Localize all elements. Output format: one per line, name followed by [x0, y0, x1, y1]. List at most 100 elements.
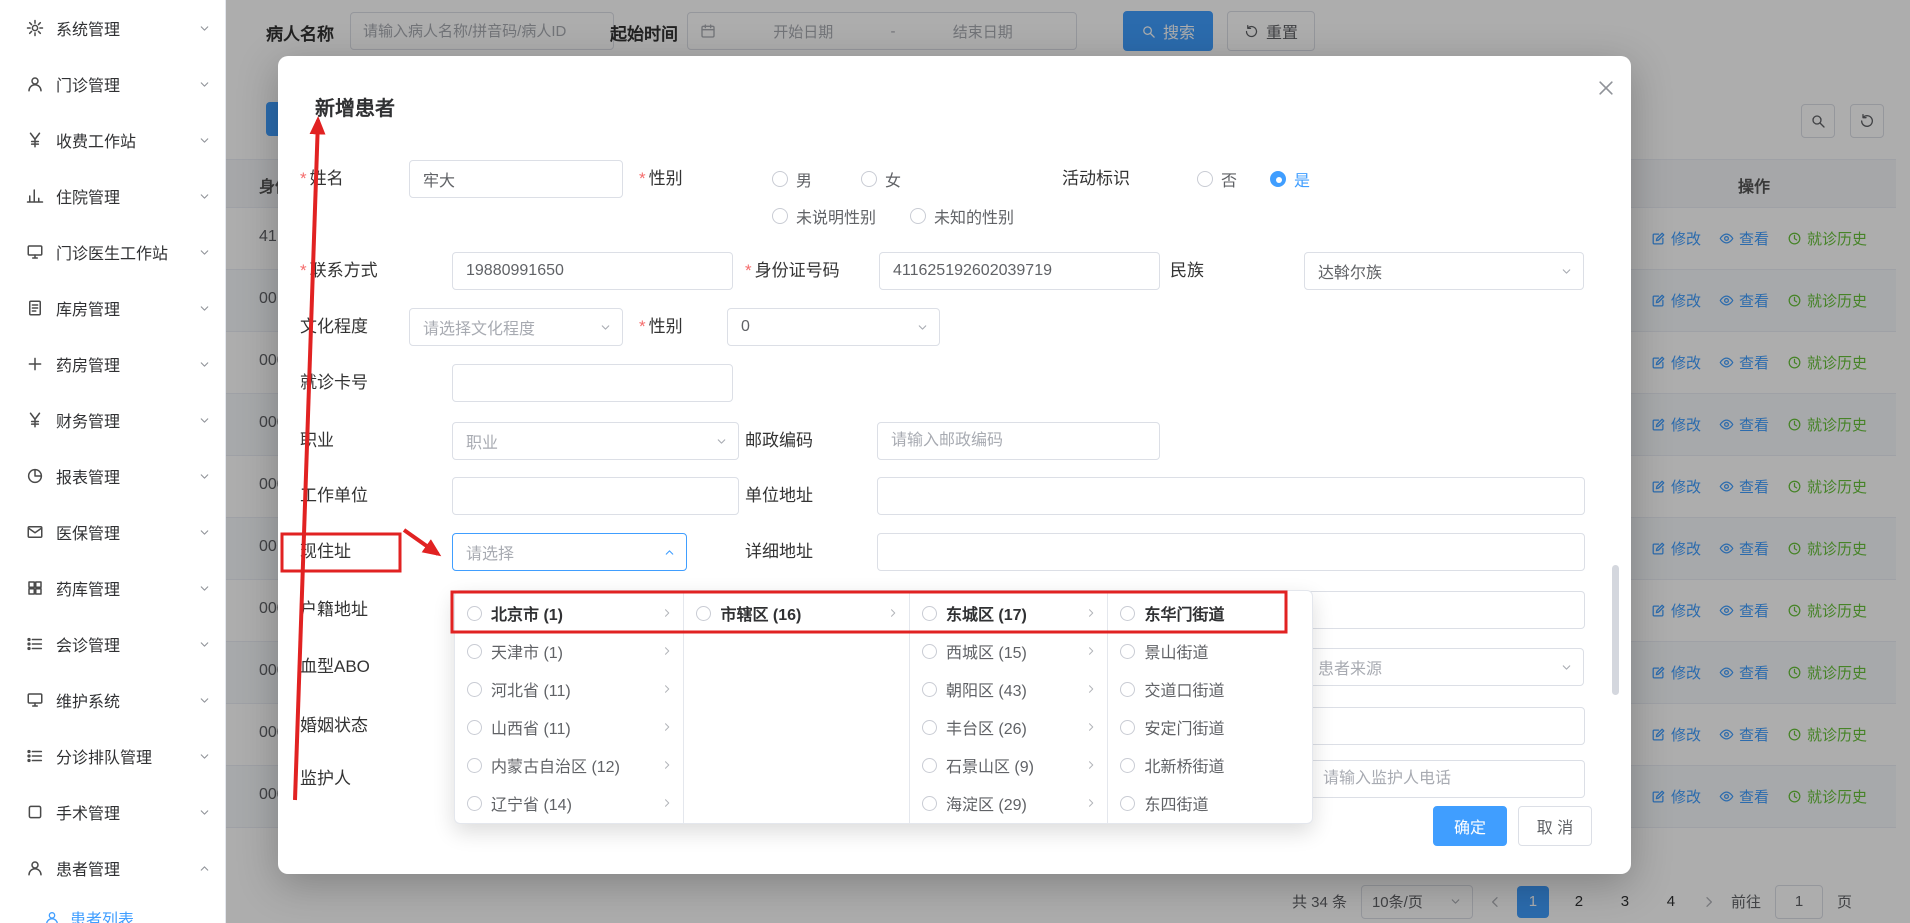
- cascader-option-hebei[interactable]: 河北省 (11): [455, 670, 683, 708]
- unit-address-input[interactable]: [877, 477, 1585, 515]
- radio-male[interactable]: 男: [772, 167, 812, 191]
- square-icon: [26, 803, 44, 821]
- chevron-right-icon: [1085, 607, 1097, 619]
- grid-icon: [26, 579, 44, 597]
- radio-gender-unstated[interactable]: 未说明性别: [772, 204, 876, 228]
- medical-cross-icon: [26, 355, 44, 373]
- cascader-option-dongcheng[interactable]: 东城区 (17): [910, 594, 1108, 632]
- chevron-right-icon: [1085, 797, 1097, 809]
- app-root: 系统管理 门诊管理 收费工作站 住院管理 门诊医生工作站 库房管理: [0, 0, 1910, 923]
- sidebar-item-charging-station[interactable]: 收费工作站: [0, 112, 225, 168]
- cascader-option-beijing[interactable]: 北京市 (1): [455, 594, 683, 632]
- sidebar-item-drug-storage[interactable]: 药库管理: [0, 560, 225, 616]
- cascader-option-neimenggu[interactable]: 内蒙古自治区 (12): [455, 746, 683, 784]
- add-patient-modal: 新增患者 *姓名 *性别 男 女 活动标识 否 是 未说明性别 未知的性别 *联…: [278, 56, 1631, 874]
- marital-status-label: 婚姻状态: [300, 714, 368, 738]
- cascader-option-liaoning[interactable]: 辽宁省 (14): [455, 784, 683, 822]
- user-icon: [26, 75, 44, 93]
- sidebar-item-pharmacy[interactable]: 药房管理: [0, 336, 225, 392]
- education-select[interactable]: 请选择文化程度: [409, 308, 623, 346]
- name-input[interactable]: [409, 160, 623, 198]
- visit-card-input[interactable]: [452, 364, 733, 402]
- current-address-select[interactable]: 请选择: [452, 533, 687, 571]
- radio-gender-unknown[interactable]: 未知的性别: [910, 204, 1014, 228]
- cascader-street-column: 东华门街道 景山街道 交道口街道 安定门街道 北新桥街道 东四街道: [1108, 591, 1312, 823]
- sidebar-item-warehouse[interactable]: 库房管理: [0, 280, 225, 336]
- chevron-down-icon: [715, 435, 728, 448]
- cascader-option-andingmen[interactable]: 安定门街道: [1108, 708, 1312, 746]
- yen-icon: [26, 131, 44, 149]
- sidebar-item-finance[interactable]: 财务管理: [0, 392, 225, 448]
- postal-code-input[interactable]: [877, 422, 1160, 460]
- sidebar-item-outpatient[interactable]: 门诊管理: [0, 56, 225, 112]
- cascader-option-shijingshan[interactable]: 石景山区 (9): [910, 746, 1108, 784]
- bar-chart-icon: [26, 187, 44, 205]
- radio-female[interactable]: 女: [861, 167, 901, 191]
- chevron-down-icon: [198, 694, 211, 707]
- cascader-option-dongsi[interactable]: 东四街道: [1108, 784, 1312, 822]
- sidebar-item-inpatient[interactable]: 住院管理: [0, 168, 225, 224]
- chevron-right-icon: [1085, 645, 1097, 657]
- chevron-down-icon: [1560, 265, 1573, 278]
- sidebar-item-insurance[interactable]: 医保管理: [0, 504, 225, 560]
- patient-source-select[interactable]: 患者来源: [1304, 648, 1584, 686]
- id-number-input[interactable]: [879, 252, 1160, 290]
- contact-input[interactable]: [452, 252, 733, 290]
- cascader-option-chaoyang[interactable]: 朝阳区 (43): [910, 670, 1108, 708]
- cascader-option-shanxi[interactable]: 山西省 (11): [455, 708, 683, 746]
- cascader-option-beixinqiao[interactable]: 北新桥街道: [1108, 746, 1312, 784]
- cascader-district-column: 东城区 (17) 西城区 (15) 朝阳区 (43) 丰台区 (26) 石景山区…: [910, 591, 1109, 823]
- postal-code-label: 邮政编码: [745, 429, 813, 453]
- yen-icon: [26, 411, 44, 429]
- list-icon: [26, 635, 44, 653]
- sidebar-item-patient-list[interactable]: 患者列表: [0, 896, 225, 923]
- chevron-down-icon: [198, 806, 211, 819]
- sidebar-item-system[interactable]: 系统管理: [0, 0, 225, 56]
- address-cascader-dropdown: 北京市 (1) 天津市 (1) 河北省 (11) 山西省 (11) 内蒙古自治区…: [454, 590, 1313, 824]
- close-icon[interactable]: [1596, 78, 1616, 98]
- guardian-phone-input[interactable]: [1309, 760, 1585, 798]
- sidebar-item-triage-queue[interactable]: 分诊排队管理: [0, 728, 225, 784]
- visit-card-label: 就诊卡号: [300, 371, 368, 395]
- work-unit-input[interactable]: [452, 477, 739, 515]
- cascader-option-shixiaqu[interactable]: 市辖区 (16): [684, 594, 908, 632]
- current-address-label: 现住址: [300, 540, 351, 564]
- sidebar-item-doctor-station[interactable]: 门诊医生工作站: [0, 224, 225, 280]
- sidebar-item-reports[interactable]: 报表管理: [0, 448, 225, 504]
- modal-scrollbar[interactable]: [1612, 565, 1619, 695]
- sidebar-item-surgery[interactable]: 手术管理: [0, 784, 225, 840]
- unit-address-label: 单位地址: [745, 484, 813, 508]
- cascader-option-jingshan[interactable]: 景山街道: [1108, 632, 1312, 670]
- chevron-right-icon: [661, 607, 673, 619]
- chevron-up-icon: [198, 862, 211, 875]
- sidebar-item-patient-management[interactable]: 患者管理: [0, 840, 225, 896]
- radio-active-yes[interactable]: 是: [1270, 167, 1310, 191]
- detail-address-input[interactable]: [877, 533, 1585, 571]
- chevron-down-icon: [916, 321, 929, 334]
- cascader-city-column: 市辖区 (16): [684, 591, 909, 823]
- cascader-option-xicheng[interactable]: 西城区 (15): [910, 632, 1108, 670]
- cancel-button[interactable]: 取 消: [1518, 806, 1592, 846]
- gender2-label: *性别: [639, 315, 683, 339]
- radio-active-no[interactable]: 否: [1197, 167, 1237, 191]
- chevron-down-icon: [198, 582, 211, 595]
- contact-label: *联系方式: [300, 259, 378, 283]
- occupation-select[interactable]: 职业: [452, 422, 739, 460]
- queue-list-icon: [26, 747, 44, 765]
- cascader-option-tianjin[interactable]: 天津市 (1): [455, 632, 683, 670]
- blood-type-label: 血型ABO: [300, 655, 370, 679]
- gender2-select[interactable]: 0: [727, 308, 940, 346]
- chevron-right-icon: [661, 645, 673, 657]
- chevron-down-icon: [198, 750, 211, 763]
- cascader-option-donghuamen[interactable]: 东华门街道: [1108, 594, 1312, 632]
- monitor-icon: [26, 691, 44, 709]
- sidebar-item-maintenance[interactable]: 维护系统: [0, 672, 225, 728]
- confirm-button[interactable]: 确定: [1433, 806, 1507, 846]
- ethnicity-select[interactable]: 达斡尔族: [1304, 252, 1584, 290]
- education-label: 文化程度: [300, 315, 368, 339]
- chevron-down-icon: [198, 358, 211, 371]
- cascader-option-haidian[interactable]: 海淀区 (29): [910, 784, 1108, 822]
- sidebar-item-consultation[interactable]: 会诊管理: [0, 616, 225, 672]
- cascader-option-fengtai[interactable]: 丰台区 (26): [910, 708, 1108, 746]
- cascader-option-jiaodaokou[interactable]: 交道口街道: [1108, 670, 1312, 708]
